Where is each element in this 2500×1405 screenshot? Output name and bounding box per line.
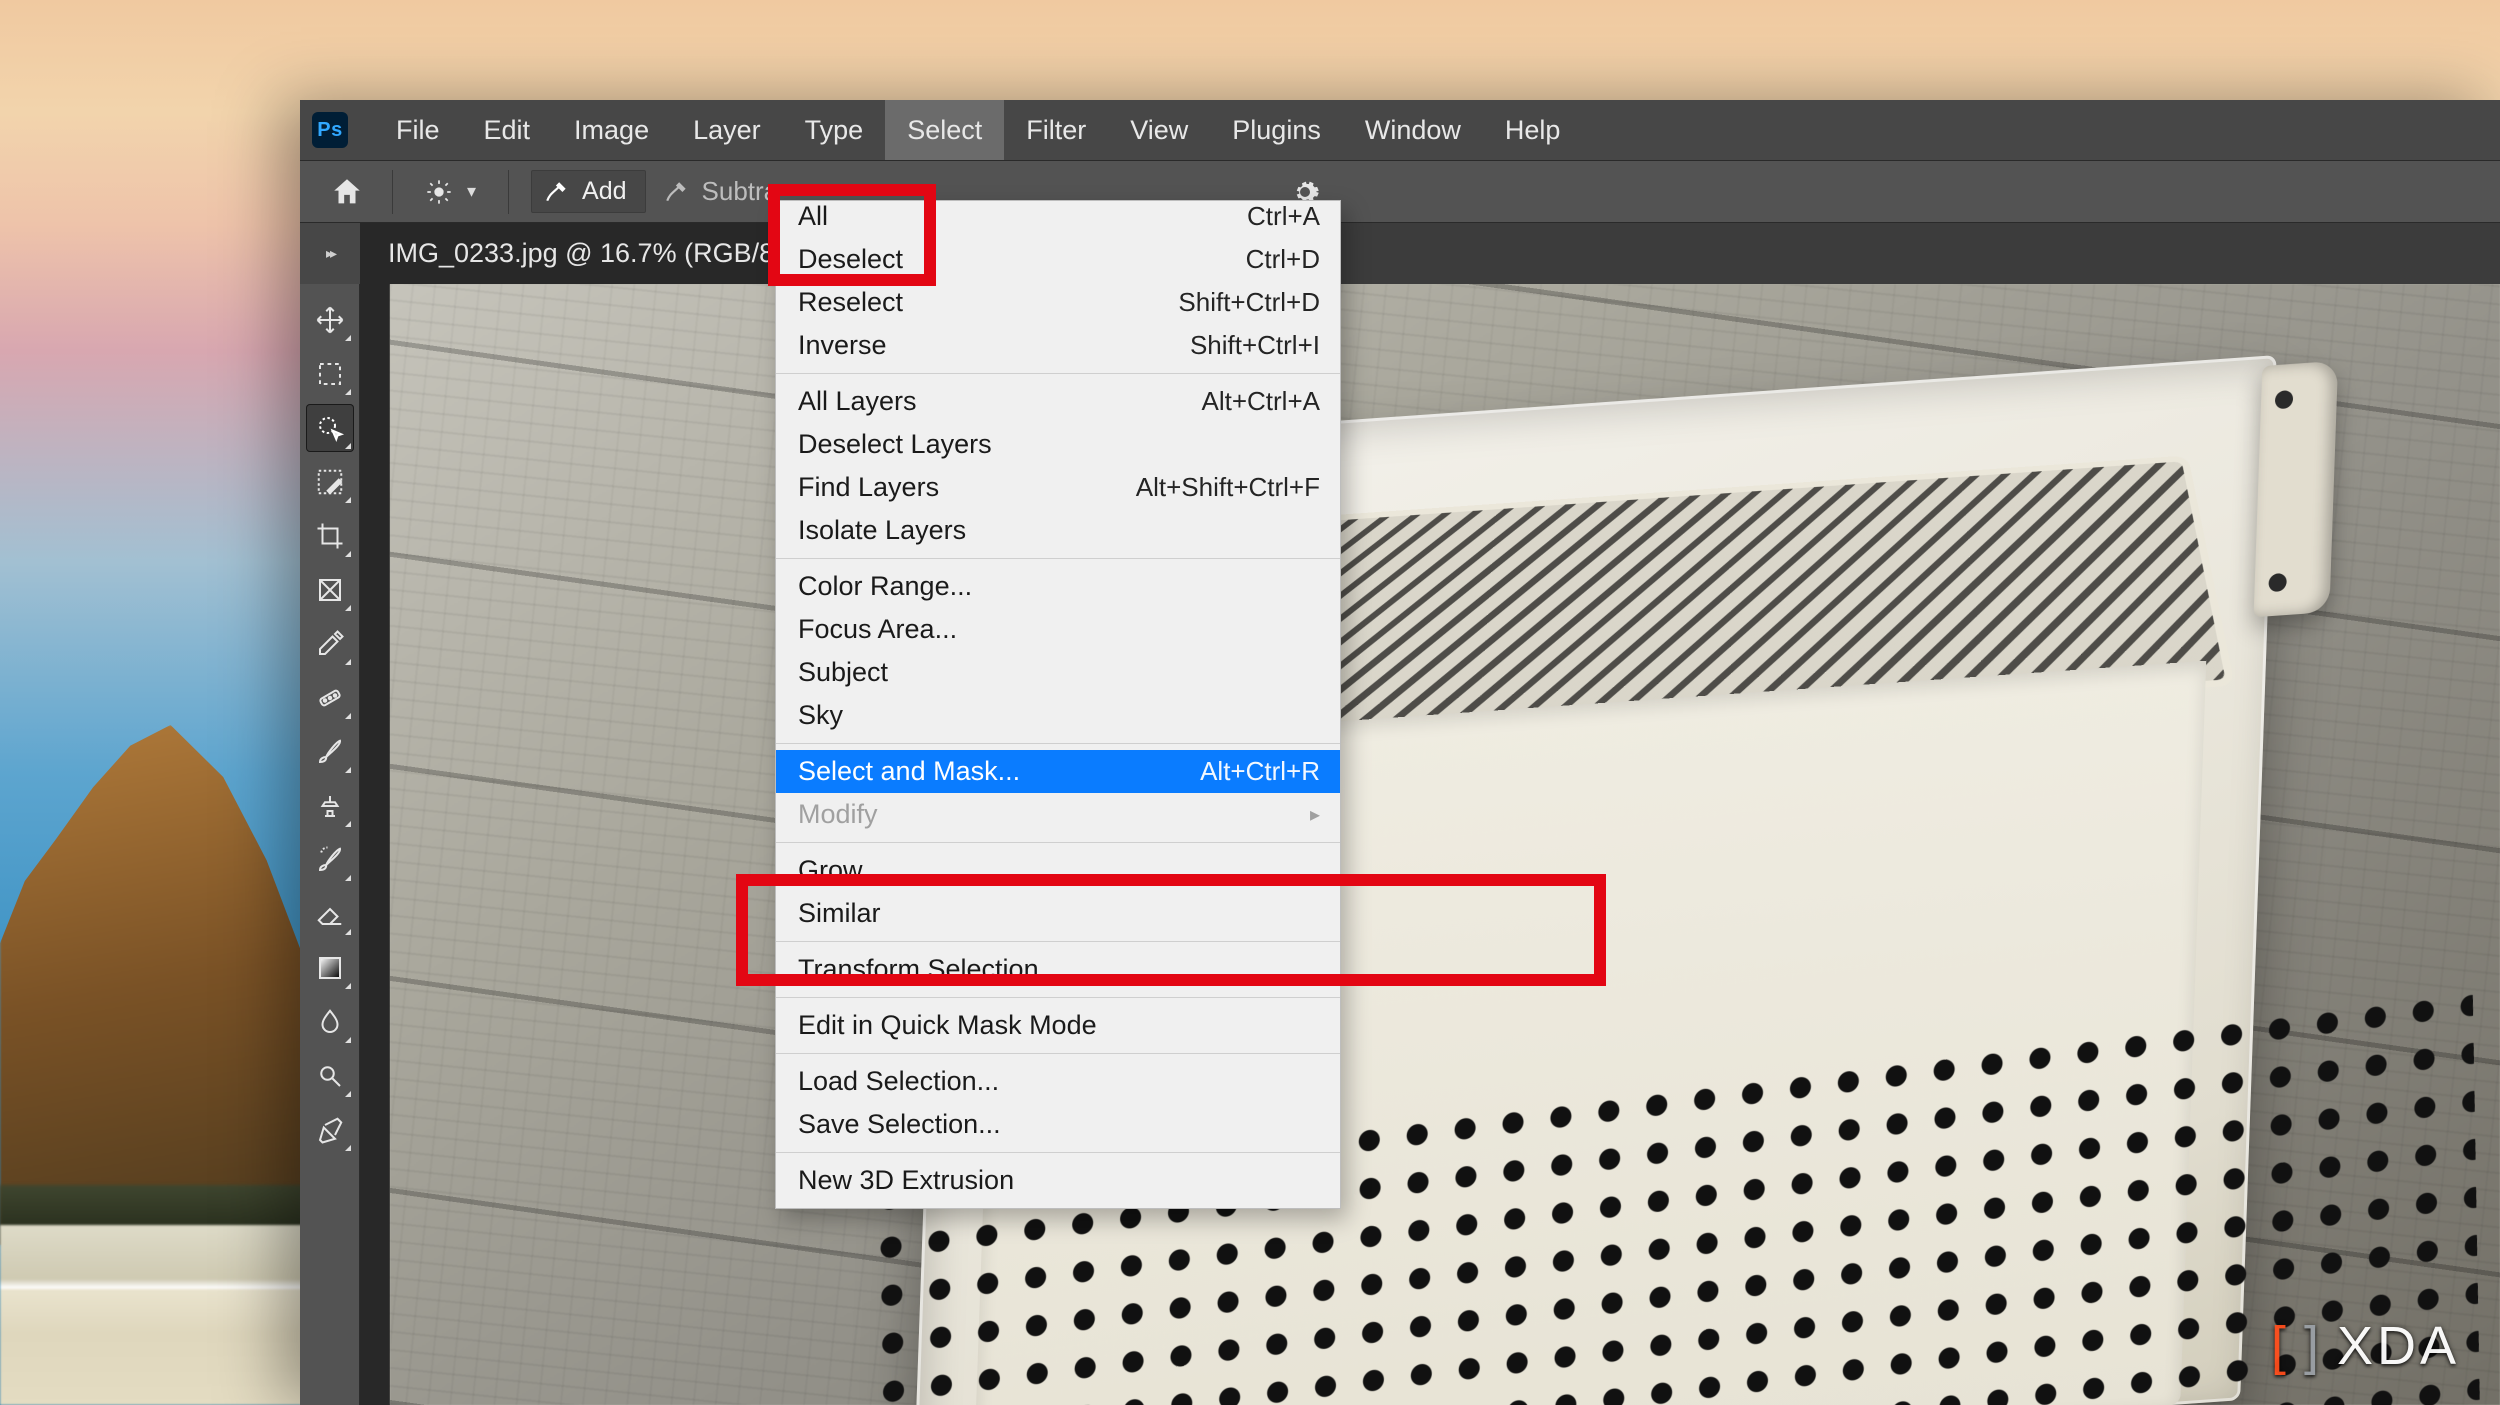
menu-bar: Ps FileEditImageLayerTypeSelectFilterVie…	[300, 100, 2500, 160]
menu-edit[interactable]: Edit	[462, 100, 553, 160]
menuitem-similar[interactable]: Similar	[776, 892, 1340, 935]
menu-type[interactable]: Type	[783, 100, 886, 160]
menuitem-label: Modify	[798, 799, 878, 830]
brush-preset-picker[interactable]: ▾	[415, 174, 486, 210]
menuitem-edit-in-quick-mask-mode[interactable]: Edit in Quick Mask Mode	[776, 1004, 1340, 1047]
menuitem-label: Save Selection...	[798, 1109, 1001, 1140]
history-brush-tool[interactable]	[306, 836, 354, 884]
menuitem-load-selection[interactable]: Load Selection...	[776, 1060, 1340, 1103]
desktop-wallpaper	[0, 505, 310, 1405]
options-bar: ▾ Add Subtra	[300, 160, 2500, 222]
select-menu-dropdown: All Ctrl+A Deselect Ctrl+D Reselect Shift+Ctr…	[775, 200, 1341, 1209]
menuitem-shortcut: Shift+Ctrl+D	[1142, 287, 1320, 318]
xda-watermark: [ ] XDA	[2271, 1315, 2460, 1377]
menuitem-label: Subject	[798, 657, 888, 688]
menuitem-reselect[interactable]: Reselect Shift+Ctrl+D	[776, 281, 1340, 324]
menuitem-label: Deselect	[798, 244, 903, 275]
menuitem-all-layers[interactable]: All Layers Alt+Ctrl+A	[776, 380, 1340, 423]
blur-tool[interactable]	[306, 998, 354, 1046]
frame-tool[interactable]	[306, 566, 354, 614]
menuitem-label: Isolate Layers	[798, 515, 966, 546]
menuitem-focus-area[interactable]: Focus Area...	[776, 608, 1340, 651]
menuitem-grow[interactable]: Grow	[776, 849, 1340, 892]
menu-image[interactable]: Image	[552, 100, 671, 160]
menuitem-label: Sky	[798, 700, 843, 731]
menuitem-label: Grow	[798, 855, 863, 886]
menuitem-shortcut: Shift+Ctrl+I	[1154, 330, 1320, 361]
healing-brush-tool[interactable]	[306, 674, 354, 722]
menuitem-isolate-layers[interactable]: Isolate Layers	[776, 509, 1340, 552]
chevron-down-icon: ▾	[467, 181, 476, 202]
marquee-tool[interactable]	[306, 350, 354, 398]
menuitem-modify: Modify	[776, 793, 1340, 836]
menuitem-shortcut: Ctrl+D	[1210, 244, 1320, 275]
menuitem-label: All Layers	[798, 386, 917, 417]
tool-bar	[300, 284, 360, 1405]
menuitem-label: Color Range...	[798, 571, 972, 602]
menuitem-new-3d-extrusion[interactable]: New 3D Extrusion	[776, 1159, 1340, 1202]
app-logo: Ps	[312, 112, 348, 148]
menuitem-label: Find Layers	[798, 472, 939, 503]
menuitem-label: Inverse	[798, 330, 887, 361]
dodge-tool[interactable]	[306, 1052, 354, 1100]
clone-stamp-tool[interactable]	[306, 782, 354, 830]
menuitem-label: All	[798, 201, 828, 232]
add-to-selection-button[interactable]: Add	[531, 170, 645, 213]
menuitem-deselect[interactable]: Deselect Ctrl+D	[776, 238, 1340, 281]
menu-filter[interactable]: Filter	[1004, 100, 1108, 160]
canvas-area[interactable]	[360, 284, 2500, 1405]
menu-file[interactable]: File	[374, 100, 462, 160]
eraser-tool[interactable]	[306, 890, 354, 938]
menuitem-label: Transform Selection	[798, 954, 1039, 985]
divider	[508, 170, 509, 214]
document-tab-bar: ▸▸ IMG_0233.jpg @ 16.7% (RGB/8	[300, 222, 2500, 284]
menuitem-label: Reselect	[798, 287, 903, 318]
menuitem-deselect-layers[interactable]: Deselect Layers	[776, 423, 1340, 466]
eyedropper-tool[interactable]	[306, 620, 354, 668]
menu-help[interactable]: Help	[1483, 100, 1583, 160]
menu-select[interactable]: Select	[885, 100, 1004, 160]
gradient-tool[interactable]	[306, 944, 354, 992]
menu-plugins[interactable]: Plugins	[1210, 100, 1343, 160]
menu-view[interactable]: View	[1108, 100, 1210, 160]
menuitem-label: Load Selection...	[798, 1066, 999, 1097]
menuitem-label: New 3D Extrusion	[798, 1165, 1014, 1196]
add-label: Add	[582, 177, 626, 206]
menuitem-label: Similar	[798, 898, 881, 929]
menuitem-all[interactable]: All Ctrl+A	[776, 195, 1340, 238]
menu-window[interactable]: Window	[1343, 100, 1483, 160]
menuitem-select-and-mask[interactable]: Select and Mask... Alt+Ctrl+R	[776, 750, 1340, 793]
menu-layer[interactable]: Layer	[671, 100, 783, 160]
subtract-label: Subtra	[702, 176, 779, 207]
photoshop-window: Ps FileEditImageLayerTypeSelectFilterVie…	[300, 100, 2500, 1405]
menuitem-label: Edit in Quick Mask Mode	[798, 1010, 1097, 1041]
move-tool[interactable]	[306, 296, 354, 344]
pen-tool[interactable]	[306, 1106, 354, 1154]
brush-tool[interactable]	[306, 728, 354, 776]
menuitem-transform-selection[interactable]: Transform Selection	[776, 948, 1340, 991]
workspace	[300, 284, 2500, 1405]
object-select-tool[interactable]	[306, 458, 354, 506]
menuitem-shortcut: Alt+Ctrl+A	[1166, 386, 1321, 417]
menuitem-label: Focus Area...	[798, 614, 957, 645]
document-tab[interactable]: IMG_0233.jpg @ 16.7% (RGB/8	[360, 223, 802, 284]
menuitem-sky[interactable]: Sky	[776, 694, 1340, 737]
menuitem-shortcut: Alt+Ctrl+R	[1164, 756, 1320, 787]
menuitem-shortcut: Alt+Shift+Ctrl+F	[1100, 472, 1320, 503]
divider	[392, 170, 393, 214]
crop-tool[interactable]	[306, 512, 354, 560]
subtract-from-selection-button[interactable]: Subtra	[664, 176, 779, 207]
menuitem-inverse[interactable]: Inverse Shift+Ctrl+I	[776, 324, 1340, 367]
menuitem-label: Select and Mask...	[798, 756, 1020, 787]
menuitem-save-selection[interactable]: Save Selection...	[776, 1103, 1340, 1146]
menuitem-shortcut: Ctrl+A	[1211, 201, 1320, 232]
menuitem-subject[interactable]: Subject	[776, 651, 1340, 694]
menuitem-find-layers[interactable]: Find Layers Alt+Shift+Ctrl+F	[776, 466, 1340, 509]
quick-select-tool[interactable]	[306, 404, 354, 452]
home-button[interactable]	[324, 169, 370, 215]
menuitem-color-range[interactable]: Color Range...	[776, 565, 1340, 608]
panel-collapse-toggle[interactable]: ▸▸	[300, 223, 360, 284]
menuitem-label: Deselect Layers	[798, 429, 992, 460]
